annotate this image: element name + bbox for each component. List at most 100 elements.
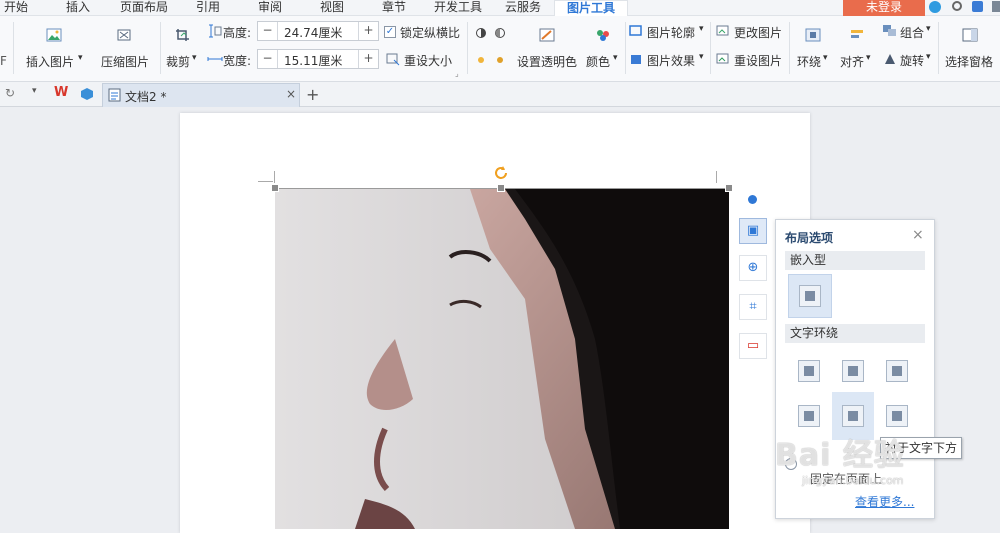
brightness-up-icon[interactable] — [475, 53, 487, 67]
chevron-down-icon[interactable]: ▾ — [613, 53, 618, 63]
resize-handle-top-right[interactable] — [725, 184, 733, 192]
width-increment-button[interactable]: + — [358, 50, 378, 68]
rotate-button[interactable]: 旋转 — [900, 52, 924, 69]
chevron-down-icon[interactable]: ▾ — [192, 53, 197, 63]
picture-outline-button[interactable]: 图片轮廓 — [647, 24, 695, 41]
new-tab-button[interactable]: + — [306, 85, 319, 104]
height-decrement-button[interactable]: − — [258, 22, 278, 40]
chevron-down-icon[interactable]: ▾ — [823, 53, 828, 63]
share-icon[interactable] — [972, 1, 983, 12]
align-button[interactable]: 对齐 — [840, 53, 864, 70]
refresh-icon[interactable]: ↻ — [5, 86, 15, 100]
tab-review[interactable]: 审阅 — [258, 0, 282, 16]
separator — [938, 22, 939, 74]
chevron-down-icon[interactable]: ▾ — [78, 53, 83, 63]
see-more-link[interactable]: 查看更多... — [855, 493, 914, 510]
crop-button[interactable]: 裁剪 — [166, 53, 190, 70]
chevron-down-icon[interactable]: ▾ — [926, 52, 931, 62]
margin-mark — [716, 171, 717, 183]
resize-handle-top-left[interactable] — [271, 184, 279, 192]
chevron-down-icon[interactable]: ▾ — [866, 53, 871, 63]
wps-logo-icon[interactable]: W — [54, 85, 68, 100]
height-value[interactable]: 24.74厘米 — [284, 24, 342, 41]
selection-pane-icon — [962, 28, 978, 42]
wrap-button[interactable]: 环绕 — [797, 53, 821, 70]
crop-quick-button[interactable]: ⌗ — [739, 294, 767, 320]
tab-references[interactable]: 引用 — [196, 0, 220, 16]
lock-ratio-checkbox[interactable]: ✓ — [384, 26, 396, 38]
crop-icon — [176, 29, 189, 41]
tab-cloud[interactable]: 云服务 — [505, 0, 541, 16]
lock-ratio-label[interactable]: 锁定纵横比 — [400, 24, 460, 41]
separator — [789, 22, 790, 74]
document-tab-title: 文档2 * — [125, 90, 167, 104]
zoom-preview-button[interactable]: ⊕ — [739, 255, 767, 281]
portrait-photo — [275, 189, 729, 529]
layout-inline-option[interactable] — [788, 274, 832, 318]
reset-size-button[interactable]: 重设大小 — [404, 52, 452, 69]
selection-pane-button[interactable]: 选择窗格 — [945, 53, 993, 70]
rotate-icon — [885, 54, 895, 64]
separator — [13, 22, 14, 74]
tab-view[interactable]: 视图 — [320, 0, 344, 16]
change-picture-button[interactable]: 更改图片 — [734, 24, 782, 41]
wrap-behind-text-option[interactable] — [842, 405, 864, 427]
change-picture-icon — [716, 25, 729, 36]
wrap-icon — [805, 28, 821, 42]
more-icon[interactable] — [992, 1, 1000, 12]
wrap-section-header: 文字环绕 — [785, 324, 925, 343]
layout-options-button[interactable]: ▣ — [739, 218, 767, 244]
picture-effect-icon — [631, 55, 641, 64]
tab-developer[interactable]: 开发工具 — [434, 0, 482, 16]
panel-close-icon[interactable]: × — [912, 227, 924, 243]
width-icon — [207, 57, 223, 61]
rotate-handle-icon[interactable] — [493, 165, 509, 181]
compress-picture-icon — [117, 29, 131, 41]
wrap-square-option[interactable] — [798, 360, 820, 382]
wrap-tight-option[interactable] — [842, 360, 864, 382]
height-field[interactable]: − 24.74厘米 + — [257, 21, 379, 41]
tab-page-layout[interactable]: 页面布局 — [120, 0, 168, 16]
chevron-down-icon[interactable]: ▾ — [699, 24, 704, 34]
color-button[interactable]: 颜色 — [586, 53, 610, 70]
cube-icon[interactable] — [80, 87, 94, 101]
wrap-through-option[interactable] — [886, 360, 908, 382]
chevron-down-icon[interactable]: ▾ — [699, 52, 704, 62]
resize-handle-top[interactable] — [497, 184, 505, 192]
wrap-in-front-option[interactable] — [886, 405, 908, 427]
selected-picture[interactable] — [275, 189, 729, 529]
set-transparent-icon — [539, 28, 555, 42]
width-value[interactable]: 15.11厘米 — [284, 52, 342, 69]
contrast-down-icon[interactable] — [494, 26, 506, 40]
insert-picture-button[interactable]: 插入图片 — [26, 53, 74, 70]
tab-home[interactable]: 开始 — [4, 0, 28, 16]
login-button[interactable]: 未登录 — [843, 0, 925, 16]
chevron-down-icon[interactable]: ▾ — [32, 86, 37, 96]
document-tab[interactable]: 文档2 * × — [102, 83, 300, 107]
tab-picture-tools[interactable]: 图片工具 — [554, 0, 629, 16]
close-tab-icon[interactable]: × — [286, 87, 296, 101]
inline-icon — [799, 285, 821, 307]
reset-picture-button[interactable]: 重设图片 — [734, 52, 782, 69]
height-increment-button[interactable]: + — [358, 22, 378, 40]
set-transparent-button[interactable]: 设置透明色 — [517, 53, 577, 70]
contrast-up-icon[interactable] — [475, 26, 487, 40]
compress-picture-button[interactable]: 压缩图片 — [101, 53, 149, 70]
tab-chapter[interactable]: 章节 — [382, 0, 406, 16]
skin-icon[interactable] — [929, 1, 941, 13]
group-button[interactable]: 组合 — [900, 24, 924, 41]
ocr-button[interactable]: ▭ — [739, 333, 767, 359]
settings-icon[interactable] — [952, 1, 962, 11]
height-label: 高度: — [223, 26, 252, 40]
dialog-launcher-icon[interactable]: ⌟ — [455, 69, 459, 78]
tab-insert[interactable]: 插入 — [66, 0, 90, 16]
wrap-top-bottom-option[interactable] — [798, 405, 820, 427]
picture-effect-button[interactable]: 图片效果 — [647, 52, 695, 69]
width-decrement-button[interactable]: − — [258, 50, 278, 68]
separator — [467, 22, 468, 74]
collapse-icon[interactable] — [748, 195, 757, 204]
brightness-down-icon[interactable] — [494, 53, 506, 67]
chevron-down-icon[interactable]: ▾ — [926, 24, 931, 34]
margin-mark — [258, 181, 273, 182]
width-field[interactable]: − 15.11厘米 + — [257, 49, 379, 69]
